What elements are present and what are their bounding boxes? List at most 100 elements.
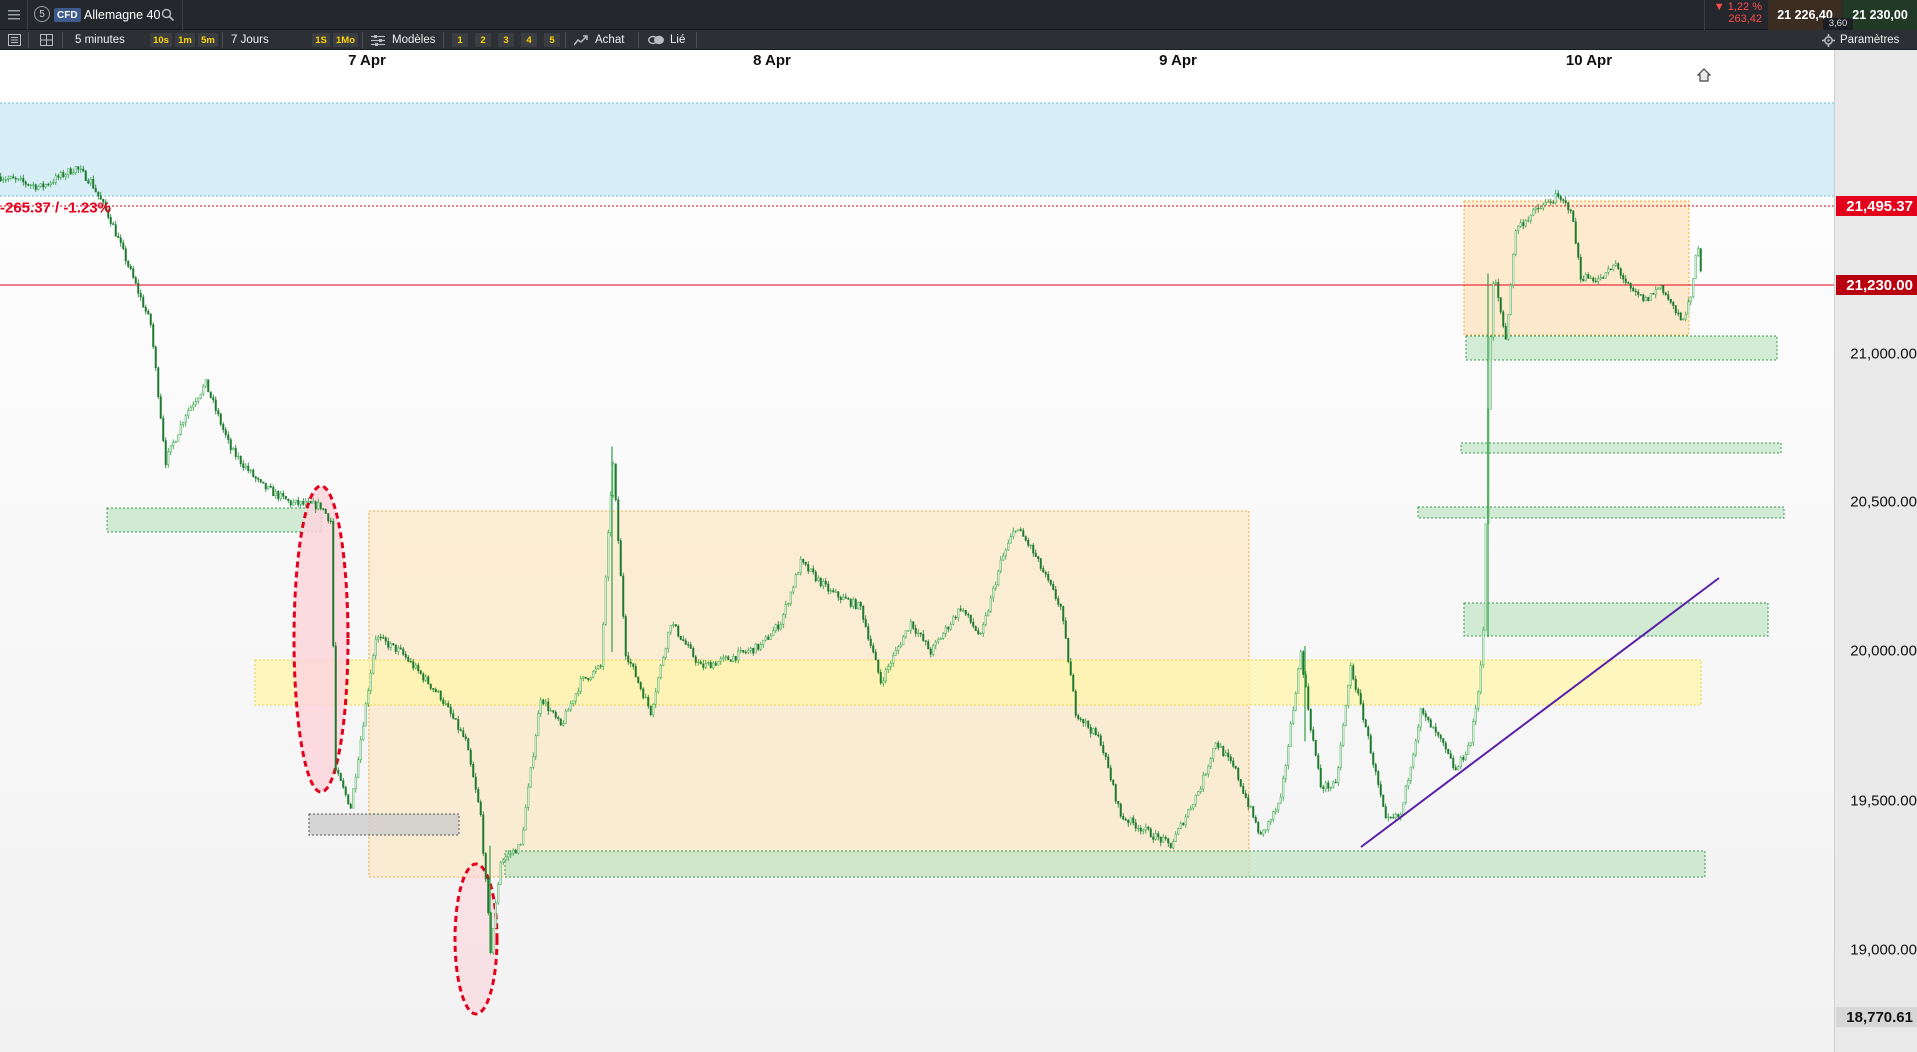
candle-body xyxy=(819,577,822,587)
support-zone-green[interactable] xyxy=(504,850,1706,878)
candle-body xyxy=(1267,821,1270,830)
settings-button[interactable]: Paramètres xyxy=(1840,30,1899,50)
header-divider xyxy=(1704,0,1705,30)
candle-body xyxy=(1659,285,1662,289)
candle-body xyxy=(1532,209,1535,216)
candle-body xyxy=(222,424,225,430)
candle-body xyxy=(1629,283,1632,289)
candle-body xyxy=(1034,552,1037,557)
highlight-ellipse[interactable] xyxy=(292,484,350,794)
link-icon[interactable] xyxy=(648,30,664,50)
candle-body xyxy=(347,794,350,805)
candle-body xyxy=(1247,797,1250,807)
candle-body xyxy=(659,664,662,678)
period-1mo-button[interactable]: 1Mo xyxy=(333,33,358,47)
resistance-zone-blue[interactable] xyxy=(0,103,1834,196)
candle-body xyxy=(1317,755,1320,769)
buy-chart-icon[interactable] xyxy=(574,30,588,50)
candle-body xyxy=(1342,724,1345,746)
candle-body xyxy=(352,788,355,809)
layout-1-button[interactable]: 1 xyxy=(452,33,468,47)
templates-icon[interactable] xyxy=(371,30,385,50)
candle-body xyxy=(34,184,37,190)
pivot-zone-yellow[interactable] xyxy=(254,659,1702,706)
candle-body xyxy=(264,482,267,490)
candle-body xyxy=(979,632,982,635)
candle-body xyxy=(1089,727,1092,734)
candle-body xyxy=(717,661,720,666)
candle-body xyxy=(1024,536,1027,541)
candle-body xyxy=(679,635,682,640)
candle-body xyxy=(624,616,627,657)
layout-4-button[interactable]: 4 xyxy=(521,33,537,47)
support-zone-green[interactable] xyxy=(106,507,323,533)
candle-body xyxy=(1289,723,1292,747)
home-icon[interactable] xyxy=(1696,68,1712,87)
candle-body xyxy=(127,260,130,267)
candle-body xyxy=(1144,826,1147,831)
instrument-name[interactable]: Allemagne 40 xyxy=(84,0,160,30)
candle-body xyxy=(39,183,42,187)
candle-body xyxy=(1377,771,1380,785)
candle-body xyxy=(859,601,862,607)
timeframe-select[interactable]: 5 minutes xyxy=(75,30,125,50)
templates-button[interactable]: Modèles xyxy=(392,30,435,50)
range-zone-orange-top[interactable] xyxy=(1463,200,1690,336)
candle-body xyxy=(942,633,945,639)
candle-body xyxy=(1002,555,1005,561)
candle-body xyxy=(1637,291,1640,295)
candle-body xyxy=(1202,774,1205,790)
candle-body xyxy=(269,486,272,488)
candle-body xyxy=(1467,745,1470,755)
candle-body xyxy=(374,638,377,656)
candle-body xyxy=(1079,718,1082,720)
candle-body xyxy=(484,853,487,880)
candle-body xyxy=(1452,758,1455,768)
candle-body xyxy=(1197,791,1200,796)
buy-price-button[interactable]: 21 230,00 xyxy=(1843,0,1917,30)
candle-body xyxy=(337,770,340,774)
interval-10s-button[interactable]: 10s xyxy=(150,33,172,47)
candle-body xyxy=(1567,202,1570,211)
layout-grid-icon[interactable] xyxy=(36,30,56,50)
candle-body xyxy=(1274,809,1277,813)
chart-panel-icon[interactable] xyxy=(4,30,24,50)
candle-body xyxy=(619,540,622,577)
period-select[interactable]: 7 Jours xyxy=(231,30,269,50)
candle-body xyxy=(1154,833,1157,840)
period-1s-button[interactable]: 1S xyxy=(312,33,330,47)
candle-body xyxy=(802,558,805,563)
layout-2-button[interactable]: 2 xyxy=(475,33,491,47)
candle-body xyxy=(1584,274,1587,282)
candle-body xyxy=(1589,277,1592,280)
candle-body xyxy=(1302,651,1305,675)
layout-5-button[interactable]: 5 xyxy=(544,33,560,47)
candle-body xyxy=(94,187,97,193)
candle-body xyxy=(67,168,70,175)
gear-icon[interactable] xyxy=(1822,30,1835,50)
candle-body xyxy=(1107,756,1110,769)
search-icon[interactable] xyxy=(161,0,175,30)
support-zone-green[interactable] xyxy=(1460,442,1782,454)
candle-body xyxy=(1479,664,1482,693)
change-points: 263,42 xyxy=(1728,13,1762,25)
interval-5m-button[interactable]: 5m xyxy=(198,33,218,47)
candle-body xyxy=(1254,817,1257,823)
support-zone-green[interactable] xyxy=(1465,335,1778,361)
price-chart[interactable] xyxy=(0,70,1834,1052)
candle-body xyxy=(882,680,885,684)
candle-body xyxy=(1407,780,1410,787)
candle-body xyxy=(467,738,470,751)
interval-1m-button[interactable]: 1m xyxy=(175,33,195,47)
layout-3-button[interactable]: 3 xyxy=(498,33,514,47)
buy-button[interactable]: Achat xyxy=(595,30,624,50)
support-zone-green[interactable] xyxy=(1417,506,1785,519)
menu-icon[interactable] xyxy=(0,0,28,30)
link-button[interactable]: Lié xyxy=(670,30,685,50)
candle-body xyxy=(1367,726,1370,737)
support-zone-green[interactable] xyxy=(1463,602,1769,637)
candle-body xyxy=(1382,794,1385,807)
gap-zone-grey[interactable] xyxy=(308,813,460,836)
candle-body xyxy=(1102,745,1105,753)
candle-body xyxy=(699,661,702,665)
